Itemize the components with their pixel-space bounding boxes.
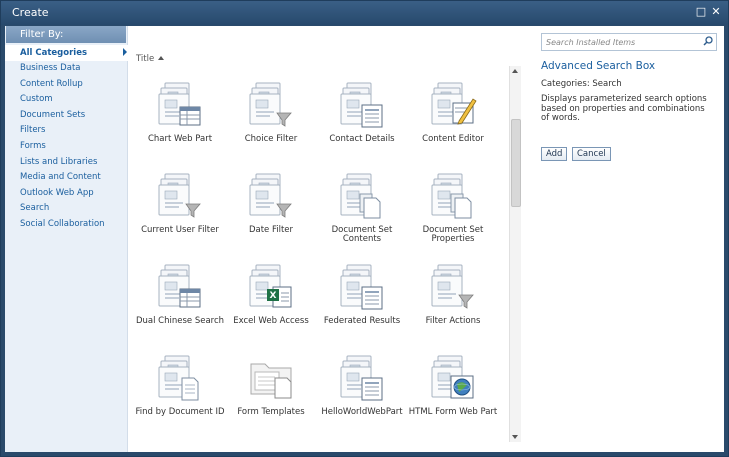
sidebar-item-lists-and-libraries[interactable]: Lists and Libraries [20, 157, 97, 167]
sidebar-item-label: Business Data [20, 63, 81, 73]
content-editor-icon [431, 82, 477, 125]
sidebar-item-media-and-content[interactable]: Media and Content [20, 172, 101, 182]
gallery-item-document-set-contents[interactable]: Document Set Contents [317, 172, 407, 244]
gallery-item-label: Document Set Contents [331, 225, 393, 244]
gallery-item-label: Federated Results [323, 316, 401, 326]
gallery-item-label: Document Set Properties [422, 225, 484, 244]
title-bar: Create □ ✕ [1, 1, 728, 25]
gallery-item-current-user-filter[interactable]: Current User Filter [135, 172, 225, 235]
gallery-item-label: HTML Form Web Part [408, 407, 498, 417]
find-by-document-id-icon [158, 355, 199, 401]
gallery-item-choice-filter[interactable]: Choice Filter [226, 81, 316, 144]
gallery-item-content-editor[interactable]: Content Editor [408, 81, 498, 144]
excel-web-access-icon: X [249, 264, 292, 308]
gallery-item-chart-web-part[interactable]: Chart Web Part [135, 81, 225, 144]
sidebar-item-social-collaboration[interactable]: Social Collaboration [20, 219, 105, 229]
hello-world-web-part-icon [340, 355, 383, 401]
sidebar-item-label: Document Sets [20, 109, 86, 120]
gallery-item-form-templates[interactable]: Form Templates [226, 354, 316, 417]
sidebar-item-label: Lists and Libraries [20, 156, 98, 167]
scroll-down-icon[interactable] [512, 435, 518, 439]
sidebar-item-label: Media and Content [20, 172, 101, 183]
selected-item-categories: Categories: Search [541, 79, 622, 89]
contact-details-icon [340, 82, 383, 128]
gallery-item-date-filter[interactable]: Date Filter [226, 172, 316, 235]
search-input[interactable] [542, 34, 706, 50]
gallery-item-label: Filter Actions [425, 316, 481, 326]
scrollbar-thumb[interactable] [511, 119, 521, 207]
sidebar-item-business-data[interactable]: Business Data [20, 63, 80, 73]
current-user-filter-icon [158, 173, 201, 218]
document-set-contents-icon [340, 173, 381, 219]
maximize-button[interactable]: □ [695, 6, 707, 18]
gallery-item-document-set-properties[interactable]: Document Set Properties [408, 172, 498, 244]
sidebar-item-document-sets[interactable]: Document Sets [20, 110, 85, 120]
sidebar-item-label: All Categories [20, 48, 88, 58]
sidebar-item-label: Content Rollup [20, 78, 83, 89]
gallery-item-label: Excel Web Access [233, 316, 309, 326]
search-icon[interactable] [703, 36, 713, 46]
gallery-item-federated-results[interactable]: Federated Results [317, 263, 407, 326]
sidebar-item-all-categories[interactable]: All Categories [5, 45, 131, 61]
gallery-item-contact-details[interactable]: Contact Details [317, 81, 407, 144]
sidebar-item-outlook-web-app[interactable]: Outlook Web App [20, 188, 94, 198]
sidebar-item-search[interactable]: Search [20, 203, 49, 213]
choice-filter-icon [249, 82, 292, 127]
date-filter-icon [249, 173, 292, 218]
dialog-title: Create [12, 6, 49, 19]
sidebar-item-content-rollup[interactable]: Content Rollup [20, 79, 83, 89]
gallery-item-helloworldwebpart[interactable]: HelloWorldWebPart [317, 354, 407, 417]
selected-item-description: Displays parameterized search options ba… [541, 94, 707, 123]
gallery-item-label: Dual Chinese Search [135, 316, 225, 326]
sidebar-item-label: Filters [20, 125, 46, 136]
gallery-item-excel-web-access[interactable]: X Excel Web Access [226, 263, 316, 326]
gallery-item-html-form-web-part[interactable]: HTML Form Web Part [408, 354, 498, 417]
title-column-header[interactable]: Title [136, 54, 165, 64]
filter-actions-icon [431, 264, 474, 309]
gallery-scrollbar[interactable] [509, 66, 521, 442]
gallery-item-label: Content Editor [422, 134, 484, 144]
dialog-content: Filter By: All Categories Business Data Co… [5, 26, 724, 452]
gallery-item-label: Date Filter [248, 225, 294, 235]
html-form-web-part-icon [431, 355, 474, 399]
dual-chinese-search-icon [158, 264, 201, 308]
sidebar-item-forms[interactable]: Forms [20, 141, 46, 151]
form-templates-icon [250, 363, 292, 399]
document-set-properties-icon [431, 173, 472, 219]
cancel-button[interactable]: Cancel [572, 147, 611, 161]
create-dialog: Create □ ✕ Filter By: All Categories Busi… [0, 0, 729, 457]
svg-text:X: X [270, 291, 277, 301]
filter-sidebar: Filter By: All Categories Business Data Co… [5, 26, 131, 452]
sidebar-item-label: Search [20, 203, 50, 214]
gallery-item-label: Choice Filter [244, 134, 298, 144]
sidebar-item-label: Social Collaboration [20, 219, 105, 229]
sort-ascending-icon [158, 56, 165, 60]
federated-results-icon [340, 264, 383, 310]
title-column-label: Title [136, 54, 155, 64]
gallery-item-label: HelloWorldWebPart [321, 407, 403, 417]
gallery-item-label: Current User Filter [141, 225, 219, 235]
close-button[interactable]: ✕ [710, 6, 722, 18]
gallery-item-dual-chinese-search[interactable]: Dual Chinese Search [135, 263, 225, 326]
sidebar-item-custom[interactable]: Custom [20, 94, 53, 104]
chart-web-part-icon [158, 82, 201, 126]
gallery-item-filter-actions[interactable]: Filter Actions [408, 263, 498, 326]
add-button[interactable]: Add [541, 147, 568, 161]
sidebar-item-label: Outlook Web App [20, 187, 94, 198]
gallery-item-label: Chart Web Part [147, 134, 213, 144]
chevron-right-icon [123, 48, 127, 56]
filter-by-header: Filter By: [6, 26, 126, 43]
scroll-up-icon[interactable] [512, 69, 518, 73]
sidebar-item-filters[interactable]: Filters [20, 125, 45, 135]
gallery-item-label: Contact Details [329, 134, 395, 144]
gallery-item-find-by-document-id[interactable]: Find by Document ID [135, 354, 225, 417]
search-box [541, 33, 717, 51]
selected-item-title: Advanced Search Box [541, 60, 656, 72]
gallery-item-label: Find by Document ID [135, 407, 225, 417]
gallery-item-label: Form Templates [237, 407, 305, 417]
sidebar-item-label: Forms [20, 141, 46, 151]
sidebar-item-label: Custom [20, 94, 53, 105]
